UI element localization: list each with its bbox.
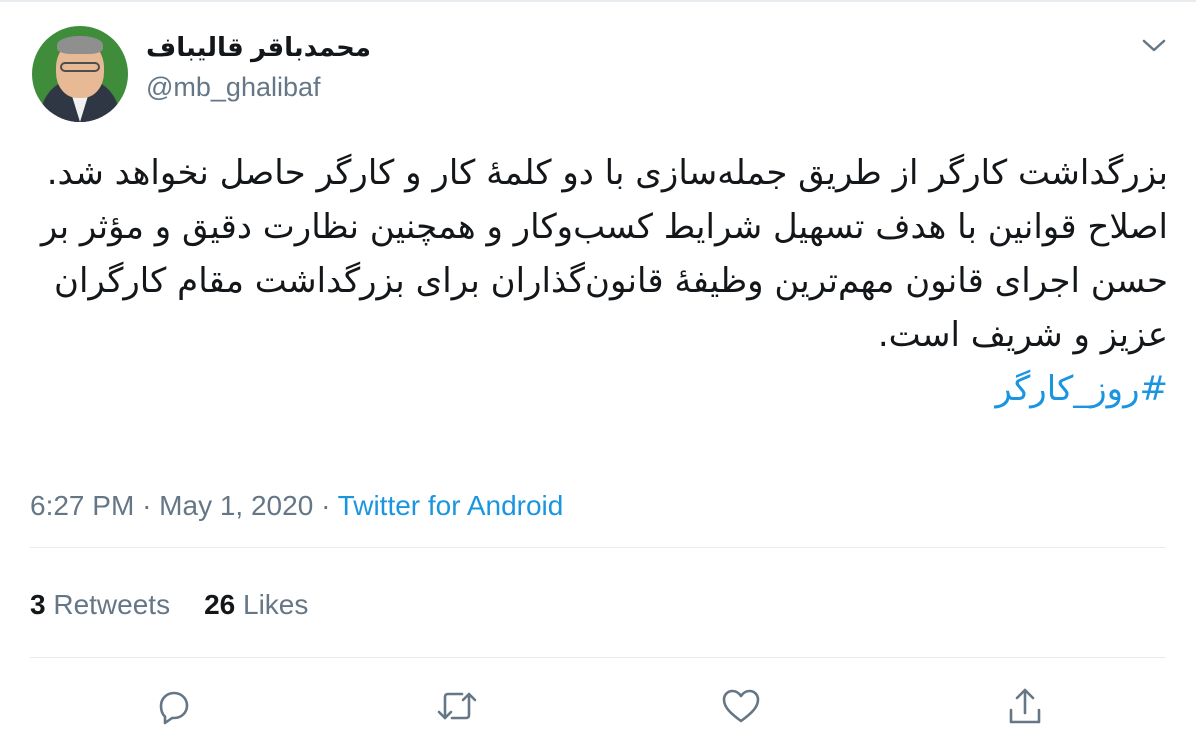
divider [30,657,1166,658]
tweet-body: بزرگداشت کارگر از طریق جمله‌سازی با دو ک… [40,153,1168,355]
retweets-label: Retweets [53,589,171,620]
chevron-down-icon[interactable] [1137,33,1171,59]
share-icon [1005,686,1045,726]
avatar-glasses [60,62,100,72]
likes-label: Likes [243,589,309,620]
action-bar [0,682,1196,730]
retweet-button[interactable] [433,682,481,730]
meta-separator-2: · [321,490,331,521]
user-handle[interactable]: @mb_ghalibaf [146,72,321,103]
tweet-date[interactable]: May 1, 2020 [159,490,313,521]
hashtag-link[interactable]: #روز_کارگر [995,369,1168,409]
top-border [0,0,1196,2]
avatar[interactable] [32,26,128,122]
reply-button[interactable] [149,682,197,730]
tweet-text: بزرگداشت کارگر از طریق جمله‌سازی با دو ک… [28,146,1168,416]
meta-separator: · [142,490,152,521]
like-button[interactable] [717,682,765,730]
heart-icon [720,686,762,726]
likes-stat[interactable]: 26 Likes [204,589,308,620]
tweet-source[interactable]: Twitter for Android [338,490,564,521]
retweets-stat[interactable]: 3 Retweets [30,589,170,620]
engagement-stats: 3 Retweets 26 Likes [30,589,308,621]
display-name[interactable]: محمدباقر قالیباف [146,32,396,63]
divider [30,547,1166,548]
reply-icon [153,686,193,726]
tweet-time[interactable]: 6:27 PM [30,490,134,521]
retweets-count: 3 [30,589,46,620]
retweet-icon [434,686,480,726]
likes-count: 26 [204,589,236,620]
avatar-hair [57,36,103,54]
share-button[interactable] [1001,682,1049,730]
tweet-meta: 6:27 PM · May 1, 2020 · Twitter for Andr… [30,490,563,522]
